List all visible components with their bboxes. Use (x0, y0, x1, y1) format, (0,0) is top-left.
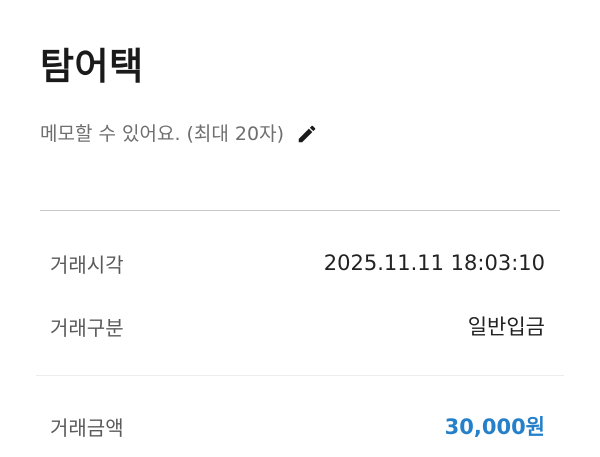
section-divider (40, 210, 560, 211)
memo-edit-button[interactable]: 메모할 수 있어요. (최대 20자) (40, 122, 318, 146)
memo-placeholder: 메모할 수 있어요. (최대 20자) (40, 123, 285, 145)
pencil-icon[interactable] (296, 123, 318, 145)
pencil-icon-graphic (298, 125, 316, 143)
transaction-time-label: 거래시각 (50, 252, 124, 277)
transaction-type-label: 거래구분 (50, 315, 124, 340)
transaction-amount-row: 거래금액 30,000원 (50, 411, 545, 441)
page-title: 탐어택 (40, 45, 144, 88)
transaction-time-value: 2025.11.11 18:03:10 (323, 251, 545, 275)
transaction-type-value: 일반입금 (467, 315, 545, 339)
amount-divider (36, 375, 564, 376)
transaction-time-row: 거래시각 2025.11.11 18:03:10 (50, 248, 545, 278)
transaction-type-row: 거래구분 일반입금 (50, 311, 545, 341)
transaction-amount-value: 30,000원 (444, 415, 545, 439)
transaction-amount-label: 거래금액 (50, 415, 124, 440)
